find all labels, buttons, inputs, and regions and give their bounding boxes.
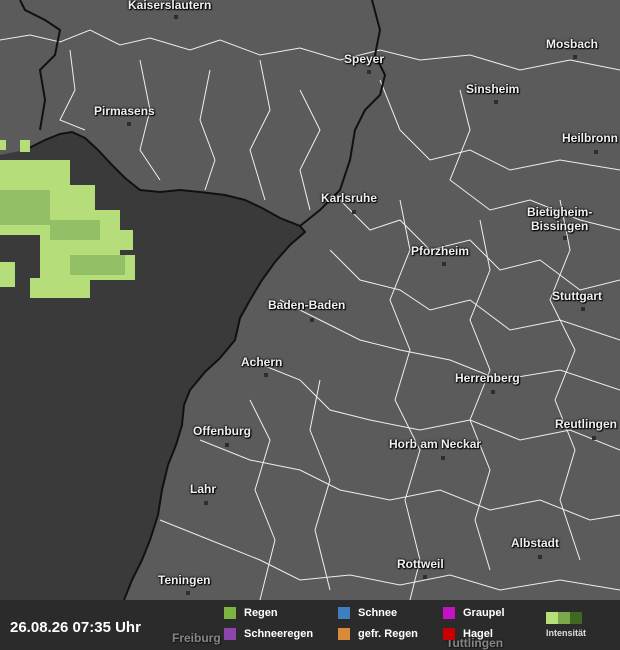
city-label-karlsruhe: Karlsruhe [321, 191, 378, 205]
legend-swatch-graupel [443, 607, 455, 619]
city-label-herrenberg: Herrenberg [455, 371, 520, 385]
intensity-scale: Intensität [546, 612, 586, 638]
city-marker [186, 591, 190, 595]
legend-label: Regen [244, 607, 278, 619]
legend-item-schneeregen: Schneeregen [224, 628, 313, 640]
legend-swatch-hagel [443, 628, 455, 640]
city-marker [563, 236, 567, 240]
city-label-teningen: Teningen [158, 573, 211, 587]
city-label-kaiserslautern: Kaiserslautern [128, 0, 212, 12]
city-marker [442, 262, 446, 266]
city-label-pforzheim: Pforzheim [411, 244, 470, 258]
city-marker [594, 150, 598, 154]
city-label-heilbronn: Heilbronn [562, 131, 618, 145]
legend-swatch-regen [224, 607, 236, 619]
city-label-speyer: Speyer [344, 52, 385, 66]
city-marker [264, 373, 268, 377]
city-marker [538, 555, 542, 559]
city-label-lahr: Lahr [190, 482, 217, 496]
legend-item-gefr-regen: gefr. Regen [338, 628, 418, 640]
city-marker [491, 390, 495, 394]
city-marker [592, 436, 596, 440]
city-label-baden-baden: Baden-Baden [268, 298, 346, 312]
legend-label: gefr. Regen [358, 628, 418, 640]
city-marker [310, 318, 314, 322]
legend-item-regen: Regen [224, 607, 278, 619]
city-marker [494, 100, 498, 104]
city-label-bietigheim: Bietigheim- Bissingen [527, 205, 593, 233]
city-marker [367, 70, 371, 74]
legend-swatch-schnee [338, 607, 350, 619]
city-marker [225, 443, 229, 447]
city-marker [127, 122, 131, 126]
legend-label: Graupel [463, 607, 505, 619]
legend-item-hagel: Hagel [443, 628, 493, 640]
legend-swatch-gefr-regen [338, 628, 350, 640]
city-label-sinsheim: Sinsheim [466, 82, 520, 96]
intensity-low [546, 612, 558, 624]
legend-label: Hagel [463, 628, 493, 640]
city-label-albstadt: Albstadt [511, 536, 559, 550]
city-label-freiburg: Freiburg [172, 631, 221, 645]
city-marker [423, 575, 427, 579]
city-label-achern: Achern [241, 355, 283, 369]
city-marker [441, 456, 445, 460]
legend-item-schnee: Schnee [338, 607, 397, 619]
city-marker [174, 15, 178, 19]
intensity-label: Intensität [546, 628, 587, 638]
city-label-stuttgart: Stuttgart [552, 289, 602, 303]
city-label-rottweil: Rottweil [397, 557, 444, 571]
intensity-mid [558, 612, 570, 624]
legend-item-graupel: Graupel [443, 607, 505, 619]
city-label-pirmasens: Pirmasens [94, 104, 155, 118]
legend-label: Schneeregen [244, 628, 314, 640]
city-marker [204, 501, 208, 505]
city-marker [581, 307, 585, 311]
city-label-mosbach: Mosbach [546, 37, 599, 51]
timestamp: 26.08.26 07:35 Uhr [10, 619, 141, 636]
city-label-horb: Horb am Neckar [389, 437, 482, 451]
radar-map[interactable]: Kaiserslautern Speyer Mosbach Pirmasens … [0, 0, 620, 600]
legend-label: Schnee [358, 607, 398, 619]
intensity-bars [546, 612, 586, 624]
city-marker [573, 55, 577, 59]
intensity-high [570, 612, 582, 624]
city-label-reutlingen: Reutlingen [555, 417, 617, 431]
city-marker [352, 210, 356, 214]
city-label-offenburg: Offenburg [193, 424, 251, 438]
legend-swatch-schneeregen [224, 628, 236, 640]
